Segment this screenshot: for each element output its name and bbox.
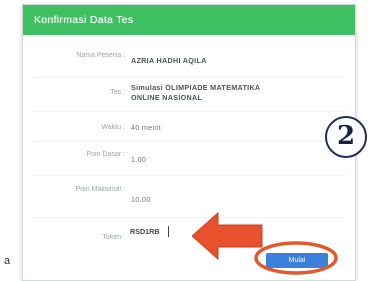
field-label-poin-dasar: Poin Dasar :: [86, 151, 125, 158]
field-label-nama: Nama Peserta :: [76, 52, 125, 59]
highlight-ring: [254, 241, 338, 275]
field-value-tes: Simulasi OLIMPIADE MATEMATIKA ONLINE NAS…: [131, 83, 261, 102]
side-text: a: [4, 255, 11, 267]
step-number-badge: 2: [325, 116, 367, 158]
field-value-nama: AZRIA HADHI AQILA: [131, 56, 207, 65]
token-label: Token :: [102, 234, 125, 241]
field-value-poin-maks: 10.00: [131, 195, 151, 204]
field-label-waktu: Waktu :: [101, 124, 125, 131]
divider: [33, 111, 345, 112]
field-label-tes: Tes :: [110, 89, 125, 96]
field-label-poin-maks: Poin Maksimal :: [75, 186, 125, 193]
divider: [33, 141, 345, 142]
dialog-title: Konfirmasi Data Tes: [23, 5, 355, 35]
field-value-waktu: 40 menit: [131, 123, 161, 132]
text-caret: [168, 226, 169, 237]
field-value-poin-dasar: 1.00: [131, 155, 147, 164]
divider: [33, 217, 345, 218]
divider: [33, 77, 345, 78]
divider: [33, 175, 345, 176]
